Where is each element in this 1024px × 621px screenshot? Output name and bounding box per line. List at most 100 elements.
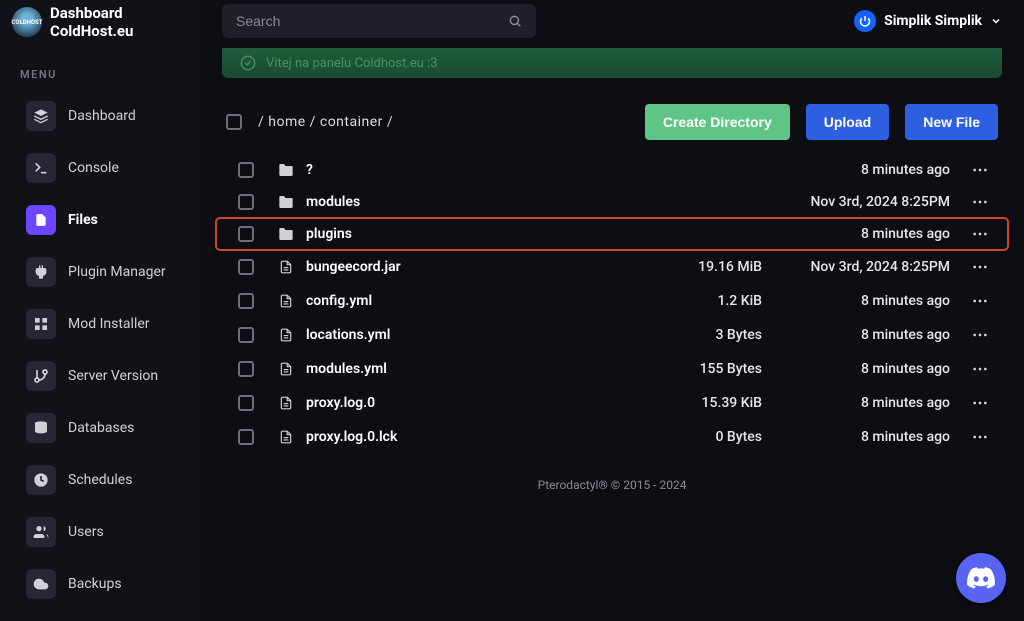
sidebar-item-network[interactable]: Network [12, 611, 188, 621]
file-row[interactable]: modules.yml155 Bytes8 minutes ago [216, 352, 1008, 386]
users-icon [26, 517, 56, 547]
file-date: 8 minutes ago [762, 361, 962, 377]
sidebar-item-databases[interactable]: Databases [12, 403, 188, 453]
row-checkbox[interactable] [238, 162, 254, 178]
plug-icon [26, 257, 56, 287]
grid-icon [26, 309, 56, 339]
row-checkbox[interactable] [238, 194, 254, 210]
file-size: 19.16 MiB [662, 259, 762, 275]
row-more-button[interactable] [962, 401, 998, 405]
row-checkbox[interactable] [238, 395, 254, 411]
row-checkbox[interactable] [238, 293, 254, 309]
file-row[interactable]: proxy.log.015.39 KiB8 minutes ago [216, 386, 1008, 420]
clock-icon [26, 465, 56, 495]
sidebar-item-label: Mod Installer [68, 316, 174, 333]
file-date: Nov 3rd, 2024 8:25PM [762, 259, 962, 275]
row-checkbox[interactable] [238, 226, 254, 242]
row-more-button[interactable] [962, 333, 998, 337]
file-row[interactable]: config.yml1.2 KiB8 minutes ago [216, 284, 1008, 318]
file-date: 8 minutes ago [762, 429, 962, 445]
sidebar-item-label: Server Version [68, 368, 174, 385]
row-more-button[interactable] [962, 265, 998, 269]
file-size: 3 Bytes [662, 327, 762, 343]
row-more-button[interactable] [962, 367, 998, 371]
sidebar-item-schedules[interactable]: Schedules [12, 455, 188, 505]
new-file-button[interactable]: New File [905, 104, 998, 140]
row-checkbox[interactable] [238, 361, 254, 377]
file-name[interactable]: modules [306, 194, 662, 210]
file-name[interactable]: ? [306, 162, 662, 178]
terminal-icon [26, 153, 56, 183]
sidebar-item-mod-installer[interactable]: Mod Installer [12, 299, 188, 349]
breadcrumb[interactable]: / home / container / [258, 114, 393, 130]
sidebar-item-label: Files [68, 212, 174, 229]
file-table: ?8 minutes agomodulesNov 3rd, 2024 8:25P… [216, 154, 1008, 454]
row-more-button[interactable] [962, 232, 998, 236]
brand-line2: ColdHost.eu [50, 22, 133, 40]
git-branch-icon [26, 361, 56, 391]
file-actionbar: / home / container / Create Directory Up… [216, 78, 1008, 150]
row-more-button[interactable] [962, 200, 998, 204]
select-all-checkbox[interactable] [226, 114, 242, 130]
layers-icon [26, 101, 56, 131]
file-name[interactable]: proxy.log.0 [306, 395, 662, 411]
sidebar-item-label: Dashboard [68, 108, 174, 125]
cloud-icon [26, 569, 56, 599]
file-name[interactable]: plugins [306, 226, 662, 242]
file-name[interactable]: locations.yml [306, 327, 662, 343]
sidebar-item-console[interactable]: Console [12, 143, 188, 193]
sidebar-item-server-version[interactable]: Server Version [12, 351, 188, 401]
sidebar-item-label: Console [68, 160, 174, 177]
file-row[interactable]: modules Nov 3rd, 2024 8:25PM [216, 186, 1008, 218]
discord-button[interactable] [956, 553, 1006, 603]
row-more-button[interactable] [962, 435, 998, 439]
sidebar-item-plugin-manager[interactable]: Plugin Manager [12, 247, 188, 297]
file-name[interactable]: config.yml [306, 293, 662, 309]
row-checkbox[interactable] [238, 429, 254, 445]
search-icon [508, 14, 522, 28]
row-checkbox[interactable] [238, 327, 254, 343]
welcome-banner: Vítej na panelu Coldhost.eu :3 [222, 48, 1002, 78]
file-row[interactable]: locations.yml3 Bytes8 minutes ago [216, 318, 1008, 352]
file-date: Nov 3rd, 2024 8:25PM [762, 194, 962, 210]
sidebar: COLDHOST Dashboard ColdHost.eu MENU Dash… [0, 0, 200, 621]
file-row[interactable]: ?8 minutes ago [216, 154, 1008, 186]
file-name[interactable]: bungeecord.jar [306, 259, 662, 275]
search-box[interactable] [222, 4, 536, 38]
footer-text: Pterodactyl® © 2015 - 2024 [216, 454, 1008, 516]
row-more-button[interactable] [962, 299, 998, 303]
file-icon [266, 428, 306, 446]
sidebar-item-dashboard[interactable]: Dashboard [12, 91, 188, 141]
file-row[interactable]: plugins8 minutes ago [216, 218, 1008, 250]
sidebar-item-backups[interactable]: Backups [12, 559, 188, 609]
brand-logo: COLDHOST [12, 7, 42, 37]
file-row[interactable]: bungeecord.jar19.16 MiBNov 3rd, 2024 8:2… [216, 250, 1008, 284]
sidebar-item-users[interactable]: Users [12, 507, 188, 557]
power-icon [854, 10, 876, 32]
user-menu[interactable]: Simplik Simplik [854, 10, 1002, 32]
sidebar-item-label: Schedules [68, 472, 174, 489]
search-input[interactable] [236, 13, 522, 29]
file-icon [266, 326, 306, 344]
file-name[interactable]: proxy.log.0.lck [306, 429, 662, 445]
file-size: 0 Bytes [662, 429, 762, 445]
menu-header: MENU [0, 48, 200, 89]
sidebar-item-files[interactable]: Files [12, 195, 188, 245]
main-area: Simplik Simplik Vítej na panelu Coldhost… [200, 0, 1024, 621]
folder-icon [266, 162, 306, 178]
row-checkbox[interactable] [238, 259, 254, 275]
create-directory-button[interactable]: Create Directory [645, 104, 790, 140]
file-row[interactable]: proxy.log.0.lck0 Bytes8 minutes ago [216, 420, 1008, 454]
file-name[interactable]: modules.yml [306, 361, 662, 377]
database-icon [26, 413, 56, 443]
brand[interactable]: COLDHOST Dashboard ColdHost.eu [0, 4, 200, 48]
discord-icon [967, 567, 995, 589]
sidebar-item-label: Databases [68, 420, 174, 437]
folder-icon [266, 194, 306, 210]
file-size: 15.39 KiB [662, 395, 762, 411]
upload-button[interactable]: Upload [806, 104, 889, 140]
user-name: Simplik Simplik [884, 13, 982, 29]
sidebar-item-label: Backups [68, 576, 174, 593]
file-icon [266, 292, 306, 310]
row-more-button[interactable] [962, 168, 998, 172]
